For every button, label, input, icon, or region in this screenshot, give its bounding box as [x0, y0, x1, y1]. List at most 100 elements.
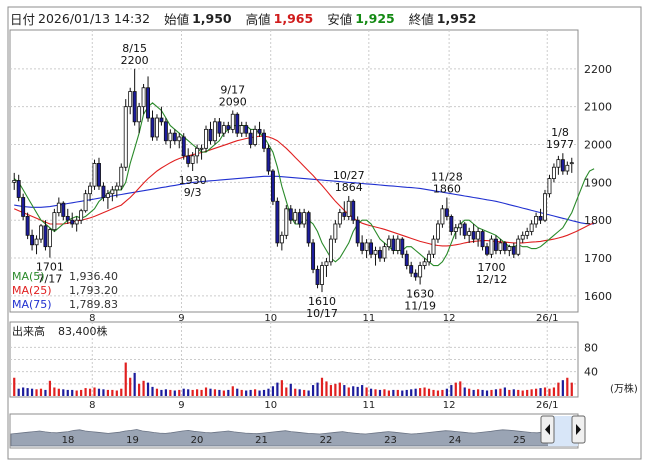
candle-body [30, 234, 35, 246]
candle-body [485, 246, 489, 255]
candle [306, 210, 311, 247]
volume-bar [285, 387, 288, 396]
volume-bar [182, 388, 185, 396]
candle-body [516, 238, 521, 255]
candle-body [239, 125, 244, 134]
candle-body [449, 216, 454, 232]
candle [123, 99, 128, 171]
volume-bar [209, 388, 212, 396]
volume-bar [557, 382, 560, 396]
candle-body [569, 162, 574, 165]
price-tick-label: 2100 [584, 101, 612, 114]
navigator-tick-label: 21 [255, 435, 268, 446]
volume-bar [477, 389, 480, 396]
candle-body [520, 234, 525, 240]
volume-bar [280, 380, 283, 396]
candle-body [560, 159, 565, 172]
volume-bar [231, 386, 234, 396]
navigator-left-handle[interactable] [540, 415, 555, 444]
candle-body [119, 166, 124, 187]
volume-bar [539, 388, 542, 396]
volume-bar [329, 385, 333, 396]
candle-body [467, 231, 472, 236]
volume-bar [423, 387, 426, 396]
volume-bar [289, 383, 292, 396]
candle [355, 216, 360, 247]
navigator-tick-label: 19 [126, 435, 139, 446]
volume-bar [227, 389, 230, 396]
volume-bar [450, 385, 453, 396]
candle-body [404, 253, 409, 266]
candle-body [328, 238, 333, 263]
chart-canvas: 17017/178/15220019309/39/172090161010/17… [7, 6, 642, 460]
volume-bar [276, 382, 279, 396]
volume-bar [441, 389, 444, 396]
volume-bar [222, 390, 225, 396]
range-navigator[interactable]: 18 19 20 21 22 23 24 25 [9, 413, 586, 449]
volume-bar [378, 389, 382, 396]
price-tick-label: 2200 [584, 63, 612, 76]
volume-bar [503, 387, 506, 396]
candle-body [333, 223, 338, 240]
candle-body [502, 242, 507, 251]
volume-bar [133, 372, 136, 396]
candle-body [97, 163, 101, 187]
candle-body [529, 223, 534, 232]
candle-body [534, 216, 539, 225]
candle [547, 174, 552, 198]
candle [52, 208, 57, 232]
volume-bar [271, 386, 275, 396]
candle [328, 235, 333, 266]
legend-label: MA(25) [12, 284, 52, 297]
candle [315, 265, 320, 289]
volume-bar [71, 389, 74, 396]
candle-body [150, 117, 155, 138]
legend-value: 1,793.20 [69, 284, 118, 297]
candle-body [190, 155, 195, 164]
price-panel: 17017/178/15220019309/39/172090161010/17… [9, 29, 612, 320]
candle-body [12, 180, 17, 183]
candle-body [39, 225, 43, 240]
volume-bar [548, 388, 551, 396]
candle-body [204, 128, 208, 149]
volume-bar [249, 389, 252, 396]
candle-body [462, 223, 467, 236]
candle-body [302, 212, 307, 225]
month-tick-label: 10 [264, 400, 277, 411]
candle-body [498, 242, 503, 251]
price-tick-label: 2000 [584, 139, 612, 152]
volume-bar [191, 389, 194, 396]
volume-bar [383, 389, 386, 396]
legend-label: MA(5) [12, 270, 45, 283]
candle [92, 159, 97, 190]
volume-bar [401, 390, 404, 396]
candle-body [128, 91, 133, 108]
navigator-right-handle[interactable] [571, 415, 586, 444]
volume-bar [53, 387, 56, 396]
candle-body [471, 231, 476, 240]
volume-bar [485, 390, 489, 396]
candle [311, 239, 316, 274]
candle-body [440, 208, 445, 225]
annotation-price: 1864 [335, 181, 363, 194]
volume-bar [320, 377, 324, 396]
candle-body [25, 216, 30, 236]
candle-body [551, 166, 556, 179]
volume-bar [566, 377, 569, 396]
candle-body [400, 238, 405, 255]
candle-body [244, 125, 249, 134]
candle-body [346, 200, 351, 217]
legend-label: MA(75) [12, 298, 52, 311]
candle-body [565, 164, 570, 172]
volume-bar [236, 388, 239, 396]
candle-body [56, 202, 61, 214]
candle-body [337, 212, 342, 225]
candle-body [373, 250, 378, 255]
candle [21, 193, 26, 221]
volume-bar [75, 390, 78, 396]
candle-body [507, 246, 512, 251]
volume-bar [396, 389, 399, 396]
candle-body [293, 212, 298, 221]
candle-body [172, 132, 177, 142]
volume-bar [432, 389, 435, 396]
